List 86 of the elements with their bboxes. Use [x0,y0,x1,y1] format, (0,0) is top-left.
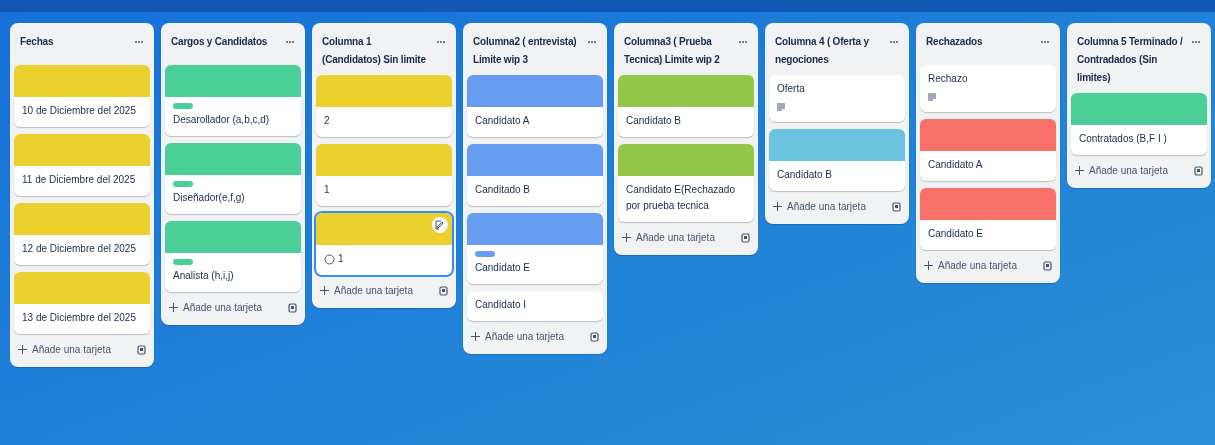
plus-icon [622,233,631,242]
card[interactable]: Candidato B [769,129,905,191]
card-title: 1 [338,252,344,266]
card[interactable]: Candidato A [467,75,603,137]
card-title: Candidato B [777,168,833,182]
list-title[interactable]: Columna 5 Terminado / Contradados (Sin limites) [1077,33,1187,87]
card-title: Candidato E(Rechazado por prueba tecnica [626,183,736,213]
template-icon[interactable] [590,331,599,342]
more-icon[interactable] [134,40,144,44]
card[interactable]: 1 [316,144,452,206]
card-title: Candidato A [475,114,530,128]
template-icon[interactable] [741,232,750,243]
card[interactable]: Canditado B [467,144,603,206]
template-icon[interactable] [288,302,297,313]
card[interactable]: Diseñador(e,f,g) [165,143,301,214]
list-title[interactable]: Columna 1 (Candidatos) Sin limite [322,33,432,69]
add-card-button[interactable]: Añade una tarjeta [924,258,1017,273]
card[interactable]: 11 de Diciembre del 2025 [14,134,150,196]
card-title: Candidato E [928,227,984,241]
add-card-button[interactable]: Añade una tarjeta [18,342,111,357]
card-title: Canditado B [475,183,531,197]
plus-icon [471,332,480,341]
add-card-button[interactable]: Añade una tarjeta [1075,163,1168,178]
more-icon[interactable] [889,40,899,44]
template-icon[interactable] [439,285,448,296]
card-title: Candidato E [475,261,531,275]
card[interactable]: Candidato E(Rechazado por prueba tecnica [618,144,754,222]
card-title: 1 [324,183,330,197]
more-icon[interactable] [738,40,748,44]
card[interactable]: 10 de Diciembre del 2025 [14,65,150,127]
card[interactable]: Candidato I [467,291,603,321]
card-title: Desarollador (a,b,c,d) [173,113,270,127]
card[interactable]: Contratados (B,F I ) [1071,93,1207,155]
card-title: Rechazo [928,72,968,86]
checkbox-circle-icon[interactable] [324,253,335,265]
card-label[interactable] [475,251,495,257]
list-title[interactable]: Rechazados [926,33,983,51]
add-card-button[interactable]: Añade una tarjeta [471,329,564,344]
card[interactable]: 13 de Diciembre del 2025 [14,272,150,334]
add-card-button[interactable]: Añade una tarjeta [169,300,262,315]
card-title: 12 de Diciembre del 2025 [22,242,136,256]
card[interactable]: Desarollador (a,b,c,d) [165,65,301,136]
add-card-button[interactable]: Añade una tarjeta [773,199,866,214]
card-title: 13 de Diciembre del 2025 [22,311,136,325]
card[interactable]: Candidato E [467,213,603,284]
plus-icon [773,202,782,211]
card[interactable]: Candidato A [920,119,1056,181]
card[interactable]: 12 de Diciembre del 2025 [14,203,150,265]
list-title[interactable]: Cargos y Candidatos [171,33,268,51]
card[interactable]: Oferta [769,75,905,122]
card-title: Candidato B [626,114,682,128]
card[interactable]: 1 [316,213,452,275]
plus-icon [320,286,329,295]
list-title[interactable]: Columna 4 ( Oferta y negociones [775,33,885,69]
add-card-button[interactable]: Añade una tarjeta [320,283,413,298]
card-title: Candidato I [475,298,527,312]
plus-icon [18,345,27,354]
add-card-button[interactable]: Añade una tarjeta [622,230,715,245]
plus-icon [169,303,178,312]
card-title: Analista (h,i,j) [173,269,234,283]
plus-icon [1075,166,1084,175]
template-icon[interactable] [1043,260,1052,271]
template-icon[interactable] [892,201,901,212]
template-icon[interactable] [137,344,146,355]
card[interactable]: Candidato E [920,188,1056,250]
template-icon[interactable] [1194,165,1203,176]
card-title: Candidato A [928,158,983,172]
more-icon[interactable] [587,40,597,44]
card-title: Oferta [777,82,805,96]
card-title: 2 [324,114,330,128]
list-title[interactable]: Columna2 ( entrevista) Limite wip 3 [473,33,583,69]
more-icon[interactable] [436,40,446,44]
more-icon[interactable] [1191,40,1201,44]
card[interactable]: Candidato B [618,75,754,137]
card[interactable]: Analista (h,i,j) [165,221,301,292]
plus-icon [924,261,933,270]
card-title: Contratados (B,F I ) [1079,132,1167,146]
card[interactable]: Rechazo [920,65,1056,112]
list-title[interactable]: Fechas [20,33,54,51]
card-title: Diseñador(e,f,g) [173,191,245,205]
list-title[interactable]: Columna3 ( Prueba Tecnica) Limite wip 2 [624,33,734,69]
card[interactable]: 2 [316,75,452,137]
card-title: 10 de Diciembre del 2025 [22,104,136,118]
card-title: 11 de Diciembre del 2025 [22,173,136,187]
more-icon[interactable] [285,40,295,44]
more-icon[interactable] [1040,40,1050,44]
